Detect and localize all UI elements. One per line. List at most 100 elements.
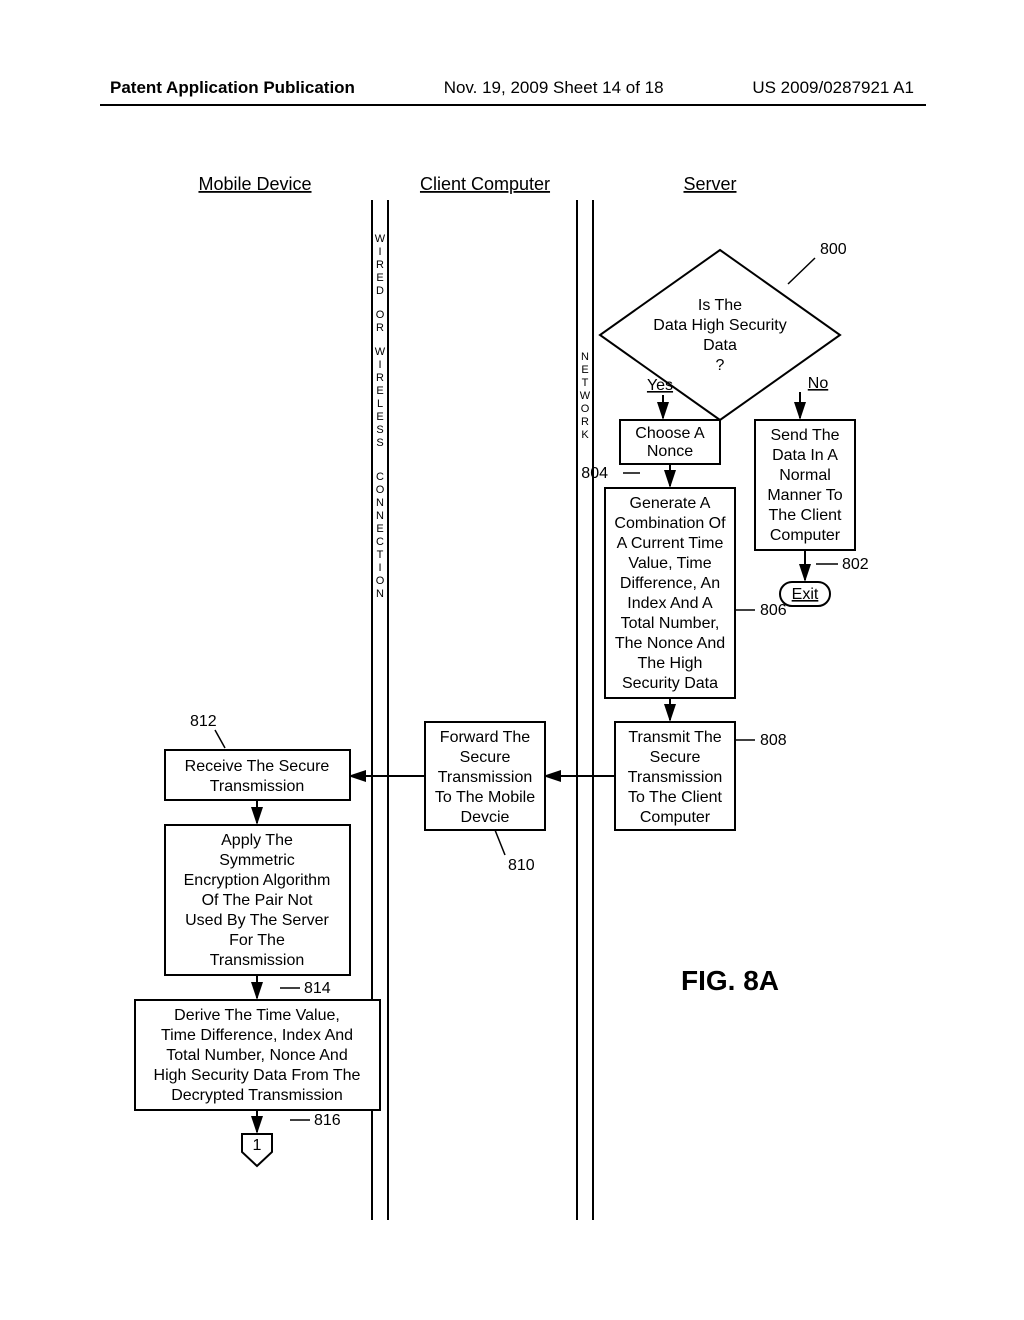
header-rule: [100, 104, 926, 106]
box-812: Receive The Secure Transmission: [165, 750, 350, 800]
svg-text:Security Data: Security Data: [622, 675, 718, 692]
svg-text:Data In A: Data In A: [772, 447, 838, 464]
svg-text:R: R: [581, 416, 589, 428]
svg-text:S: S: [376, 437, 383, 449]
svg-text:Normal: Normal: [779, 467, 831, 484]
svg-text:Value, Time: Value, Time: [628, 555, 711, 572]
svg-text:?: ?: [716, 357, 725, 374]
exit: Exit: [780, 582, 830, 606]
svg-text:O: O: [376, 575, 385, 587]
svg-text:Choose A: Choose A: [635, 425, 705, 442]
svg-text:O: O: [376, 484, 385, 496]
svg-text:N: N: [376, 588, 384, 600]
box-806: Generate A Combination Of A Current Time…: [605, 488, 735, 698]
svg-text:Data High Security: Data High Security: [653, 317, 786, 334]
header-left: Patent Application Publication: [110, 78, 355, 98]
box-804: Choose A Nonce: [620, 420, 720, 464]
svg-text:C: C: [376, 471, 384, 483]
figure-label: FIG. 8A: [681, 965, 779, 996]
svg-text:Derive The Time Value,: Derive The Time Value,: [174, 1007, 340, 1024]
svg-text:Index And A: Index And A: [627, 595, 713, 612]
svg-text:The Client: The Client: [769, 507, 842, 524]
header-right: US 2009/0287921 A1: [752, 78, 914, 98]
svg-text:S: S: [376, 424, 383, 436]
svg-text:Secure: Secure: [460, 749, 511, 766]
decision-yes: Yes: [647, 377, 673, 394]
box-816: Derive The Time Value, Time Difference, …: [135, 1000, 380, 1110]
svg-text:Encryption Algorithm: Encryption Algorithm: [184, 872, 331, 889]
box-802: Send The Data In A Normal Manner To The …: [755, 420, 855, 550]
vlabel-wired: W I R E D O R W I R E L E S S C O N N E: [375, 233, 386, 600]
box-814: Apply The Symmetric Encryption Algorithm…: [165, 825, 350, 975]
svg-text:Transmission: Transmission: [210, 778, 305, 795]
svg-text:T: T: [582, 377, 589, 389]
svg-text:Time Difference, Index And: Time Difference, Index And: [161, 1027, 353, 1044]
svg-text:N: N: [581, 351, 589, 363]
svg-text:Computer: Computer: [770, 527, 841, 544]
svg-text:Of The Pair Not: Of The Pair Not: [202, 892, 313, 909]
svg-text:N: N: [376, 510, 384, 522]
svg-text:Transmission: Transmission: [438, 769, 533, 786]
offpage-connector: 1: [242, 1134, 272, 1166]
svg-text:Transmit The: Transmit The: [628, 729, 721, 746]
label-800: 800: [820, 241, 847, 258]
svg-text:To The Client: To The Client: [628, 789, 723, 806]
svg-text:T: T: [377, 549, 384, 561]
label-806: 806: [760, 602, 787, 619]
svg-text:The High: The High: [638, 655, 703, 672]
svg-text:E: E: [581, 364, 588, 376]
svg-text:O: O: [376, 309, 385, 321]
svg-text:N: N: [376, 497, 384, 509]
svg-text:Used By The Server: Used By The Server: [185, 912, 329, 929]
svg-text:Total Number, Nonce And: Total Number, Nonce And: [166, 1047, 347, 1064]
svg-text:Decrypted Transmission: Decrypted Transmission: [171, 1087, 343, 1104]
svg-text:Difference, An: Difference, An: [620, 575, 720, 592]
svg-text:Nonce: Nonce: [647, 443, 693, 460]
svg-text:Generate A: Generate A: [630, 495, 711, 512]
label-812: 812: [190, 713, 217, 730]
svg-text:E: E: [376, 385, 383, 397]
col-server: Server: [683, 174, 736, 194]
decision-800: Is The Data High Security Data ?: [600, 250, 840, 420]
svg-text:High Security Data From The: High Security Data From The: [154, 1067, 361, 1084]
svg-text:W: W: [375, 346, 386, 358]
svg-text:W: W: [375, 233, 386, 245]
svg-text:A Current Time: A Current Time: [617, 535, 724, 552]
svg-text:I: I: [378, 562, 381, 574]
label-808: 808: [760, 732, 787, 749]
svg-text:To The Mobile: To The Mobile: [435, 789, 535, 806]
svg-text:Transmission: Transmission: [628, 769, 723, 786]
svg-text:I: I: [378, 359, 381, 371]
svg-text:W: W: [580, 390, 591, 402]
svg-text:Receive The Secure: Receive The Secure: [185, 758, 330, 775]
svg-text:Transmission: Transmission: [210, 952, 305, 969]
svg-text:Devcie: Devcie: [461, 809, 510, 826]
svg-text:Is The: Is The: [698, 297, 742, 314]
svg-text:Manner To: Manner To: [767, 487, 842, 504]
svg-text:K: K: [581, 429, 589, 441]
svg-text:Send The: Send The: [770, 427, 839, 444]
svg-text:R: R: [376, 372, 384, 384]
svg-text:Combination Of: Combination Of: [614, 515, 726, 532]
label-816: 816: [314, 1112, 341, 1129]
label-804: 804: [581, 465, 608, 482]
svg-text:Total Number,: Total Number,: [621, 615, 720, 632]
svg-text:E: E: [376, 411, 383, 423]
header-center: Nov. 19, 2009 Sheet 14 of 18: [444, 78, 664, 98]
svg-text:D: D: [376, 285, 384, 297]
svg-text:L: L: [377, 398, 383, 410]
col-mobile: Mobile Device: [198, 174, 311, 194]
svg-text:Symmetric: Symmetric: [219, 852, 295, 869]
box-810: Forward The Secure Transmission To The M…: [425, 722, 545, 830]
svg-text:R: R: [376, 259, 384, 271]
label-814: 814: [304, 980, 331, 997]
label-802: 802: [842, 556, 869, 573]
svg-text:The Nonce And: The Nonce And: [615, 635, 725, 652]
svg-text:Secure: Secure: [650, 749, 701, 766]
svg-text:1: 1: [253, 1137, 262, 1154]
col-client: Client Computer: [420, 174, 550, 194]
svg-text:Forward The: Forward The: [440, 729, 531, 746]
diagram-canvas: Mobile Device Client Computer Server W I…: [100, 160, 924, 1260]
decision-no: No: [808, 375, 829, 392]
svg-text:C: C: [376, 536, 384, 548]
